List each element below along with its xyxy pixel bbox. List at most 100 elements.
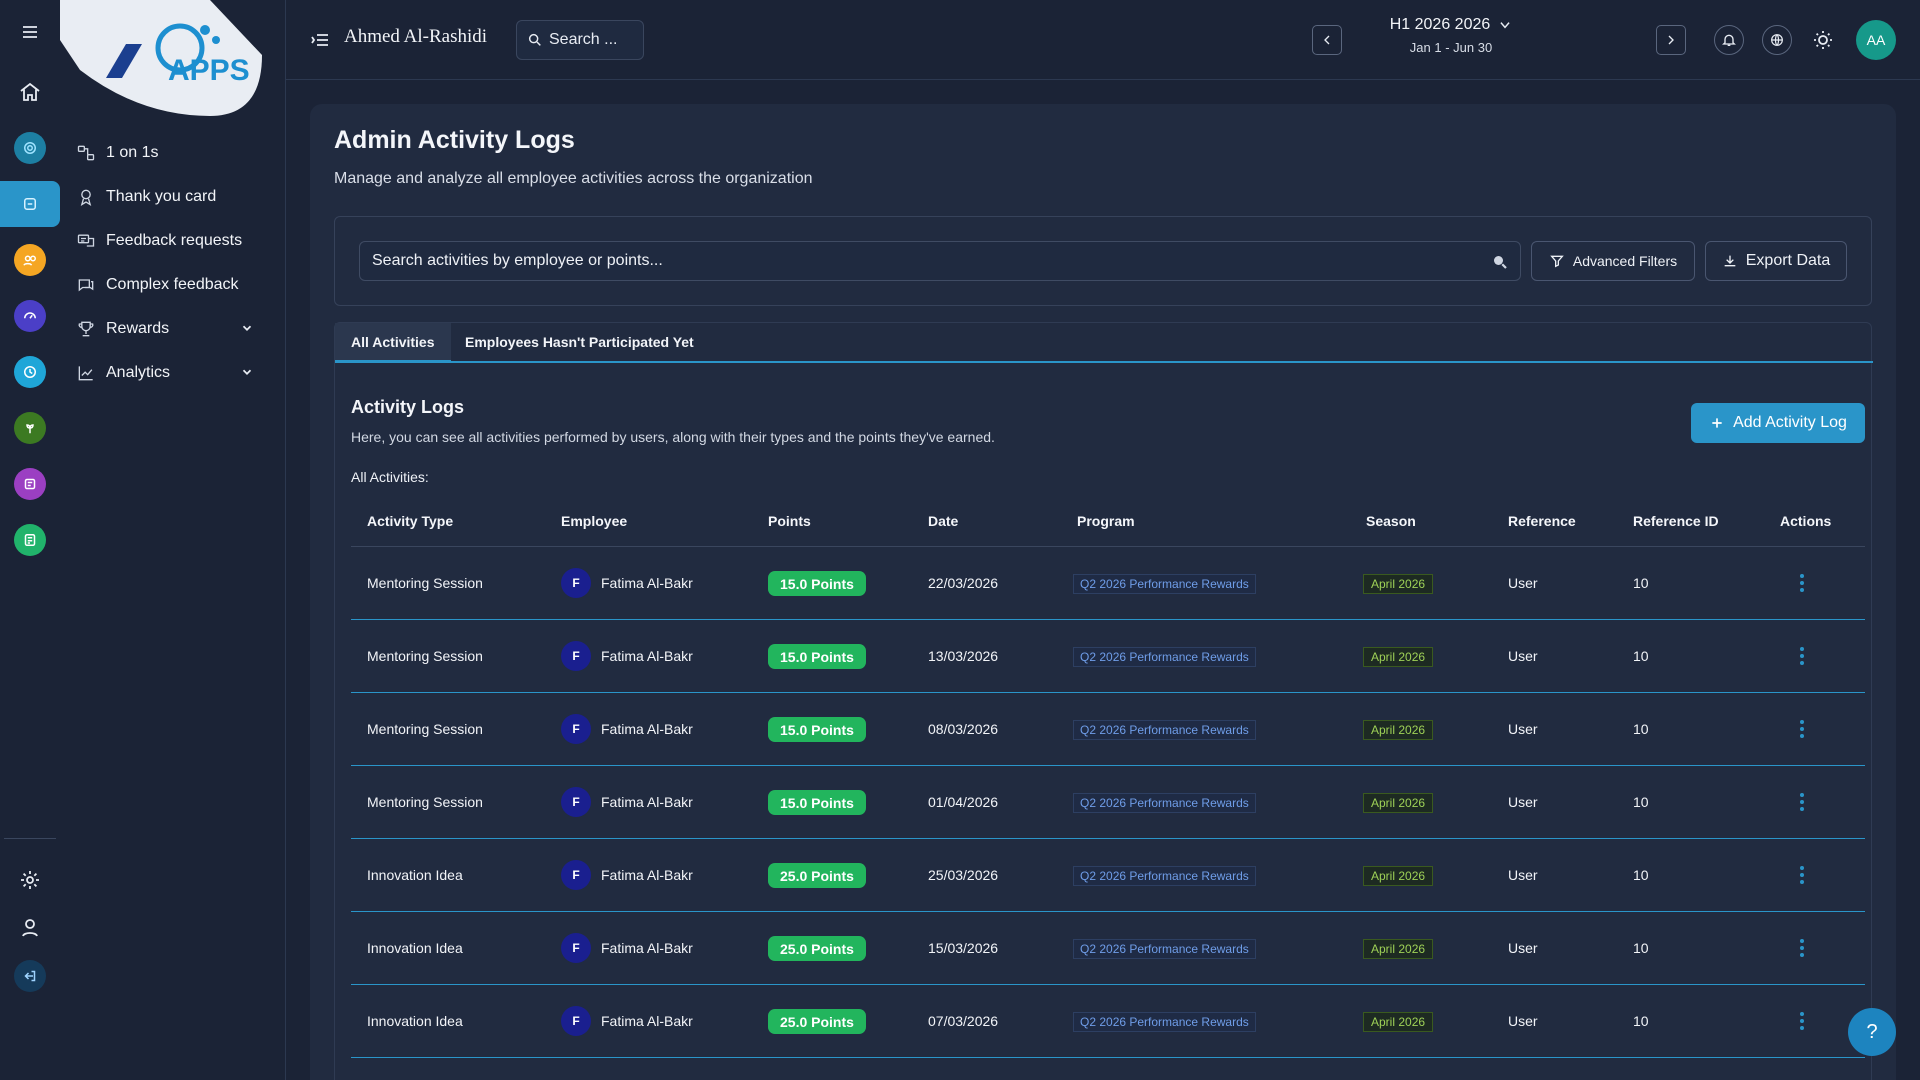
- column-header: Actions: [1780, 513, 1832, 529]
- row-actions-button[interactable]: [1793, 936, 1811, 960]
- employee-avatar: F: [561, 641, 591, 671]
- sidebar-item-complex-feedback[interactable]: Complex feedback: [60, 263, 286, 307]
- reference: User: [1508, 721, 1538, 737]
- reference-id: 10: [1633, 575, 1649, 591]
- growth-module-icon[interactable]: [12, 410, 48, 446]
- season-badge: April 2026: [1363, 866, 1434, 886]
- kebab-menu-icon: [1800, 574, 1804, 592]
- add-activity-log-label: Add Activity Log: [1733, 414, 1847, 431]
- activity-date: 25/03/2026: [928, 867, 999, 883]
- sidebar: APPS 1 on 1s Thank you card Feedback req…: [60, 0, 286, 1080]
- activity-search-input[interactable]: [359, 241, 1521, 281]
- sidebar-item-rewards[interactable]: Rewards: [60, 307, 286, 351]
- season-badge: April 2026: [1363, 793, 1434, 813]
- points-badge: 25.0 Points: [768, 1009, 866, 1034]
- table-row: Mentoring Session F Fatima Al-Bakr 15.0 Poi…: [351, 620, 1865, 693]
- feedback-request-icon: [77, 234, 95, 247]
- search-label: Search ...: [549, 31, 618, 48]
- bell-icon: [1722, 34, 1736, 46]
- people-module-icon[interactable]: [12, 242, 48, 278]
- help-button[interactable]: ?: [1848, 1008, 1896, 1056]
- sidebar-item-1on1s[interactable]: 1 on 1s: [60, 131, 286, 175]
- profile-icon[interactable]: [12, 910, 48, 946]
- feedback-module-icon[interactable]: [12, 186, 48, 222]
- notifications-button[interactable]: [1714, 25, 1744, 55]
- survey-module-icon[interactable]: [12, 466, 48, 502]
- user-avatar[interactable]: AA: [1856, 20, 1896, 60]
- points-badge: 25.0 Points: [768, 936, 866, 961]
- employee-name: Fatima Al-Bakr: [601, 867, 693, 883]
- row-actions-button[interactable]: [1793, 790, 1811, 814]
- table-row: Mentoring Session F Fatima Al-Bakr 15.0 Poi…: [351, 693, 1865, 766]
- activity-type: Innovation Idea: [367, 940, 463, 956]
- program-badge: Q2 2026 Performance Rewards: [1073, 939, 1256, 959]
- settings-icon[interactable]: [12, 862, 48, 898]
- column-header: Date: [928, 513, 959, 529]
- global-search-button[interactable]: Search ...: [516, 20, 644, 60]
- download-icon: [1724, 255, 1736, 267]
- column-header: Reference ID: [1633, 513, 1719, 529]
- reference: User: [1508, 648, 1538, 664]
- program-badge: Q2 2026 Performance Rewards: [1073, 720, 1256, 740]
- sidebar-item-feedback-requests[interactable]: Feedback requests: [60, 219, 286, 263]
- column-header: Employee: [561, 513, 628, 529]
- dashboard-module-icon[interactable]: [12, 298, 48, 334]
- reference-id: 10: [1633, 940, 1649, 956]
- tab-all-activities[interactable]: All Activities: [335, 323, 451, 363]
- column-header: Season: [1366, 513, 1416, 529]
- target-icon[interactable]: [12, 130, 48, 166]
- employee-cell: F Fatima Al-Bakr: [561, 933, 693, 963]
- export-data-button[interactable]: Export Data: [1705, 241, 1847, 281]
- activity-date: 08/03/2026: [928, 721, 999, 737]
- reference-id: 10: [1633, 1013, 1649, 1029]
- hamburger-icon[interactable]: [12, 14, 48, 50]
- kebab-menu-icon: [1800, 939, 1804, 957]
- search-icon: [528, 33, 541, 46]
- search-icon: [1494, 256, 1507, 269]
- reference-id: 10: [1633, 867, 1649, 883]
- table-row: Innovation Idea F Fatima Al-Bakr 25.0 Point…: [351, 839, 1865, 912]
- sidebar-item-label: Analytics: [106, 364, 171, 381]
- employee-name: Fatima Al-Bakr: [601, 940, 693, 956]
- row-actions-button[interactable]: [1793, 571, 1811, 595]
- kebab-menu-icon: [1800, 1012, 1804, 1030]
- add-activity-log-button[interactable]: Add Activity Log: [1691, 403, 1865, 443]
- rail-divider: [4, 838, 56, 839]
- activity-type: Mentoring Session: [367, 794, 483, 810]
- next-period-button[interactable]: [1656, 25, 1686, 55]
- advanced-filters-label: Advanced Filters: [1572, 253, 1678, 269]
- sidebar-item-label: Feedback requests: [106, 232, 243, 249]
- column-header: Program: [1077, 513, 1135, 529]
- sidebar-item-analytics[interactable]: Analytics: [60, 351, 286, 395]
- thank-you-icon: [80, 189, 92, 206]
- row-actions-button[interactable]: [1793, 1009, 1811, 1033]
- tab-not-participated[interactable]: Employees Hasn't Participated Yet: [449, 323, 710, 361]
- language-button[interactable]: [1762, 25, 1792, 55]
- kebab-menu-icon: [1800, 793, 1804, 811]
- prev-period-button[interactable]: [1312, 25, 1342, 55]
- report-module-icon[interactable]: [12, 522, 48, 558]
- advanced-filters-button[interactable]: Advanced Filters: [1531, 241, 1695, 281]
- employee-name: Fatima Al-Bakr: [601, 721, 693, 737]
- row-actions-button[interactable]: [1793, 644, 1811, 668]
- row-actions-button[interactable]: [1793, 717, 1811, 741]
- clock-module-icon[interactable]: [12, 354, 48, 390]
- tab-bar: All Activities Employees Hasn't Particip…: [335, 323, 1873, 363]
- activity-type: Innovation Idea: [367, 867, 463, 883]
- row-actions-button[interactable]: [1793, 863, 1811, 887]
- period-selector[interactable]: H1 2026 2026 Jan 1 - Jun 30: [1371, 16, 1531, 55]
- chevron-down-icon: [1500, 22, 1510, 29]
- trophy-icon: [78, 321, 94, 337]
- theme-toggle-sun-icon[interactable]: [1811, 28, 1835, 52]
- reference-id: 10: [1633, 721, 1649, 737]
- employee-name: Fatima Al-Bakr: [601, 648, 693, 664]
- sidebar-item-label: 1 on 1s: [106, 144, 159, 161]
- reference: User: [1508, 575, 1538, 591]
- home-icon[interactable]: [12, 74, 48, 110]
- sidebar-item-thank-you-card[interactable]: Thank you card: [60, 175, 286, 219]
- employee-cell: F Fatima Al-Bakr: [561, 641, 693, 671]
- all-activities-label: All Activities:: [351, 469, 429, 485]
- collapse-menu-icon[interactable]: [308, 28, 332, 52]
- employee-avatar: F: [561, 714, 591, 744]
- logout-icon[interactable]: [12, 958, 48, 994]
